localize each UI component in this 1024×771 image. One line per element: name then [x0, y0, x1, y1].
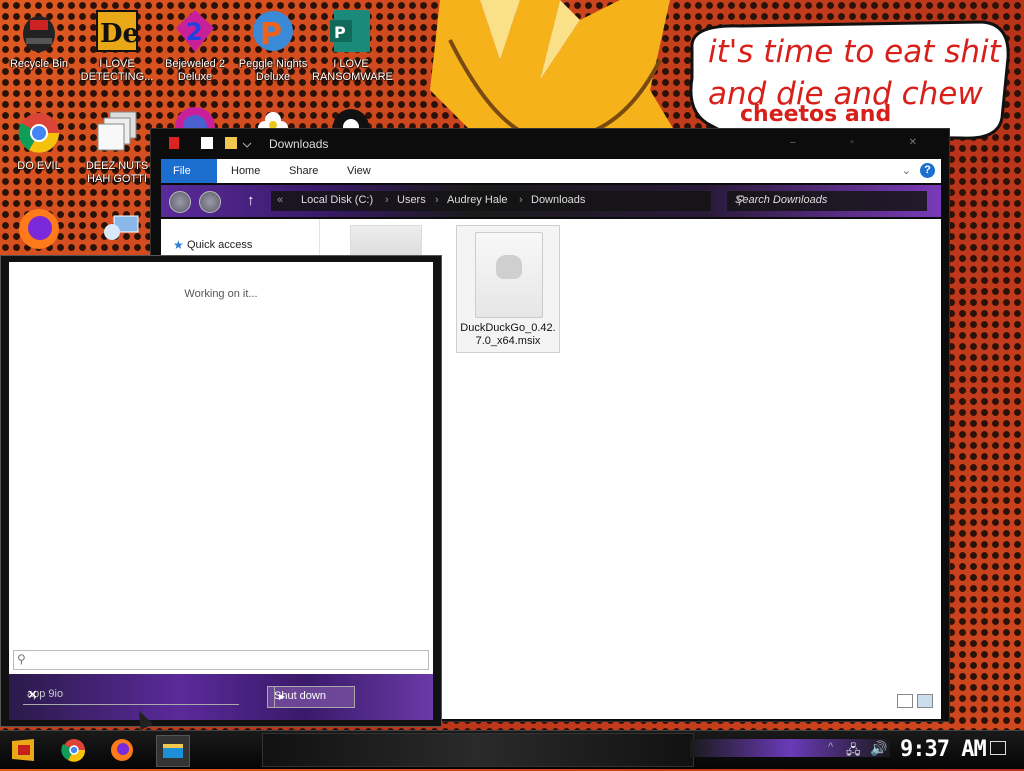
desktop-icon-recycle-bin[interactable]: Recycle Bin: [0, 8, 78, 71]
bejeweled-icon: 2: [172, 8, 218, 54]
ribbon: File Home Share View ⌄ ?: [161, 159, 941, 183]
tab-home[interactable]: Home: [219, 159, 272, 183]
svg-text:2: 2: [186, 18, 203, 46]
address-bar-row: ↑ « Local Disk (C:) › Users › Audrey Hal…: [161, 185, 941, 217]
breadcrumb-downloads[interactable]: Downloads: [531, 194, 585, 206]
window-title: Downloads: [269, 137, 329, 151]
network-icon: [94, 206, 140, 252]
shutdown-options-icon[interactable]: ▶: [274, 687, 289, 707]
desktop-icon-network[interactable]: [78, 206, 156, 252]
tab-file[interactable]: File: [161, 159, 217, 183]
svg-text:P: P: [260, 17, 282, 52]
file-name: DuckDuckGo_0.42.7.0_x64.msix: [460, 322, 556, 347]
breadcrumb-users[interactable]: Users: [397, 194, 426, 206]
start-icon: [12, 739, 34, 761]
desktop-icon-firefox[interactable]: [0, 206, 78, 252]
taskbar-file-explorer[interactable]: [156, 735, 190, 767]
breadcrumb-separator-icon: ›: [435, 194, 439, 206]
desktop-icon-i-love-ransomware[interactable]: P I LOVE RANSOMWARE: [312, 8, 393, 84]
file-explorer-icon: [163, 744, 183, 758]
breadcrumb-audrey-hale[interactable]: Audrey Hale: [447, 194, 508, 206]
quick-access-toolbar[interactable]: [201, 135, 261, 156]
publisher-icon: P: [328, 8, 374, 54]
desktop-icon-peggle[interactable]: P Peggle Nights Deluxe: [234, 8, 312, 84]
window-controls[interactable]: – ▫ ✕: [790, 137, 943, 148]
chevron-down-icon: [242, 142, 252, 148]
help-icon[interactable]: ?: [920, 163, 935, 178]
taskbar-firefox[interactable]: [106, 735, 138, 765]
svg-text:P: P: [334, 23, 346, 42]
show-hidden-icons[interactable]: ^: [828, 741, 833, 753]
back-button[interactable]: [169, 191, 191, 213]
desktop-icon-label: Recycle Bin: [9, 58, 69, 70]
up-arrow-icon[interactable]: ↑: [247, 192, 255, 209]
tab-view[interactable]: View: [335, 159, 383, 183]
desktop-icon-do-evil[interactable]: DO EVIL: [0, 110, 78, 173]
search-icon: ⚲: [17, 652, 26, 666]
nav-quick-access[interactable]: Quick access: [187, 239, 252, 251]
chrome-icon: [16, 110, 62, 156]
file-item[interactable]: DuckDuckGo_0.42.7.0_x64.msix: [456, 225, 560, 353]
breadcrumb-overflow-icon[interactable]: «: [277, 194, 283, 206]
clock[interactable]: 9:37 AM: [900, 737, 987, 762]
network-icon[interactable]: 🖧: [846, 741, 861, 763]
status-text: Working on it...: [184, 288, 258, 300]
desktop-icon-i-love-detecting[interactable]: De I LOVE DETECTING...: [78, 8, 156, 84]
volume-icon[interactable]: 🔊: [870, 740, 887, 757]
large-icons-view-icon[interactable]: [917, 694, 933, 708]
breadcrumb-separator-icon: ›: [385, 194, 389, 206]
desktop-icon-bejeweled[interactable]: 2 Bejeweled 2 Deluxe: [156, 8, 234, 84]
start-search-input[interactable]: ⚲: [13, 650, 429, 670]
clear-icon[interactable]: ✕: [27, 687, 235, 703]
desktop-icon-label: I LOVE DETECTING...: [80, 58, 154, 83]
start-button[interactable]: [8, 737, 38, 763]
properties-icon: [201, 137, 213, 149]
desktop-icon-label: DEEZ NUTS HAH GOTTI: [85, 160, 149, 185]
desktop-icon-deez-nuts[interactable]: DEEZ NUTS HAH GOTTI: [78, 110, 156, 186]
taskbar-decoration: [262, 733, 694, 767]
breadcrumb-local-disk[interactable]: Local Disk (C:): [301, 194, 373, 206]
de-app-icon: De: [94, 8, 140, 54]
peggle-icon: P: [250, 8, 296, 54]
search-input[interactable]: Search Downloads ⚲: [727, 191, 927, 211]
shutdown-button[interactable]: Shut down ▶: [267, 686, 355, 708]
bubble-text-line-1: it's time to eat shit: [708, 34, 1001, 70]
wallpaper-flames: [430, 0, 680, 140]
desktop-icon-label: I LOVE RANSOMWARE: [312, 58, 393, 83]
expand-ribbon-icon[interactable]: ⌄: [902, 164, 911, 177]
explorer-titlebar[interactable]: Downloads – ▫ ✕: [151, 129, 949, 157]
desktop-icon-label: Peggle Nights Deluxe: [238, 58, 308, 83]
taskbar-chrome[interactable]: [58, 735, 90, 765]
bubble-text-line-3: cheetos and: [740, 102, 892, 127]
tab-share[interactable]: Share: [277, 159, 330, 183]
star-icon: ★: [173, 238, 184, 252]
msix-file-icon: [475, 232, 543, 318]
stacked-windows-icon: [94, 110, 140, 156]
start-menu-results: Working on it...: [9, 262, 433, 674]
explorer-app-icon: [169, 137, 179, 149]
firefox-icon: [111, 739, 133, 761]
file-item-hidden[interactable]: [350, 225, 422, 256]
recycle-bin-icon: [16, 8, 62, 54]
start-menu-footer: app 9io ✕ Shut down ▶: [9, 674, 433, 720]
breadcrumb[interactable]: « Local Disk (C:) › Users › Audrey Hale …: [271, 191, 711, 211]
start-query-field[interactable]: app 9io ✕: [23, 687, 239, 705]
chrome-icon: [61, 739, 86, 762]
taskbar: ^ 🖧 🔊 9:37 AM: [0, 730, 1024, 769]
forward-button[interactable]: [199, 191, 221, 213]
search-icon: ⚲: [735, 193, 744, 207]
desktop-icon-label: Bejeweled 2 Deluxe: [165, 58, 225, 83]
view-toggle[interactable]: [893, 694, 933, 713]
firefox-icon: [16, 206, 62, 252]
notification-icon[interactable]: [990, 741, 1006, 755]
details-view-icon[interactable]: [897, 694, 913, 708]
start-menu[interactable]: Working on it... ⚲ app 9io ✕ Shut down ▶: [0, 255, 442, 727]
svg-text:De: De: [100, 19, 139, 49]
desktop-icon-label: DO EVIL: [17, 160, 61, 172]
new-folder-icon: [225, 137, 237, 149]
breadcrumb-separator-icon: ›: [519, 194, 523, 206]
